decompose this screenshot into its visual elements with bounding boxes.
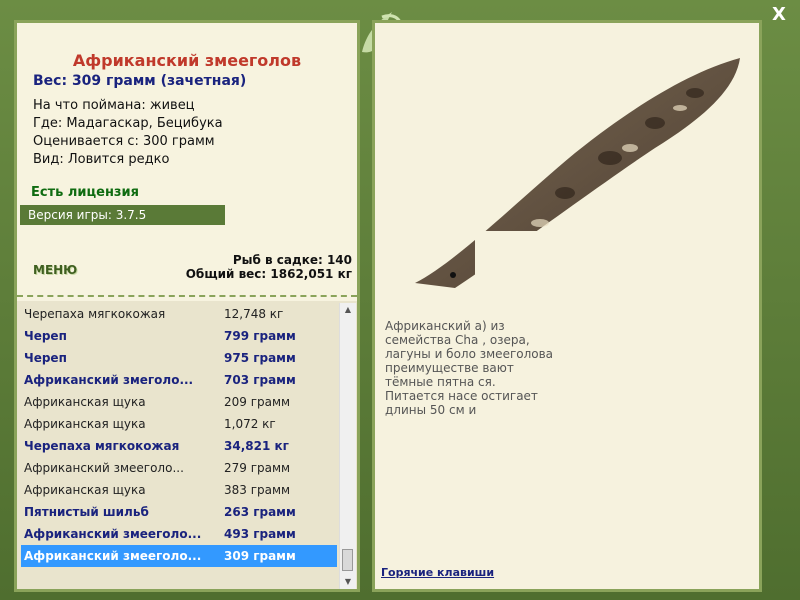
catch-item-weight: 309 грамм xyxy=(224,549,296,563)
fish-weight: Вес: 309 грамм (зачетная) xyxy=(33,73,247,89)
image-mask xyxy=(475,231,625,311)
catch-item-weight: 383 грамм xyxy=(224,483,291,497)
catch-list-item[interactable]: Черепаха мягкокожая 34,821 кг xyxy=(21,435,337,457)
desc-line: преимуществе вают xyxy=(385,361,514,375)
total-weight: Общий вес: 1862,051 кг xyxy=(185,267,352,281)
catch-list-item[interactable]: Череп 975 грамм xyxy=(21,347,337,369)
catch-item-weight: 263 грамм xyxy=(224,505,296,519)
catch-item-name: Африканская щука xyxy=(24,395,146,409)
detail-rarity: Вид: Ловится редко xyxy=(33,152,170,167)
catch-list-item[interactable]: Африканский змееголо... 493 грамм xyxy=(21,523,337,545)
desc-line: семейства Cha , озера, xyxy=(385,333,530,347)
catch-item-weight: 1,072 кг xyxy=(224,417,276,431)
desc-line: лагуны и боло змеeголова xyxy=(385,347,554,361)
catch-item-weight: 12,748 кг xyxy=(224,307,284,321)
fish-title: Африканский змееголов xyxy=(72,51,302,70)
catch-item-weight: 703 грамм xyxy=(224,373,296,387)
catch-item-name: Африканская щука xyxy=(24,483,146,497)
fish-info-panel: Африканский змееголов Вес: 309 грамм (за… xyxy=(17,23,357,301)
license-status: Есть лицензия xyxy=(31,185,139,200)
catch-item-name: Африканский змееголо... xyxy=(24,461,184,475)
catch-list-item[interactable]: Пятнистый шильб 263 грамм xyxy=(21,501,337,523)
close-icon: X xyxy=(772,4,786,25)
fish-details: На что поймана: живец Где: Мадагаскар, Б… xyxy=(33,97,223,169)
catch-item-name: Череп xyxy=(24,351,67,365)
catch-list: Черепаха мягкокожая 12,748 кг Череп 799 гра… xyxy=(21,303,337,591)
catch-item-name: Африканский змеголо... xyxy=(24,373,194,387)
desc-line: Африканский a) из xyxy=(385,319,505,333)
catch-list-item[interactable]: Африканский змееголо... 309 грамм xyxy=(21,545,337,567)
catch-item-weight: 209 грамм xyxy=(224,395,291,409)
catch-list-item[interactable]: Черепаха мягкокожая 12,748 кг xyxy=(21,303,337,325)
detail-min-weight: Оценивается с: 300 грамм xyxy=(33,134,215,149)
catch-list-item[interactable]: Африканский змеголо... 703 грамм xyxy=(21,369,337,391)
scroll-down-icon[interactable]: ▼ xyxy=(340,575,356,589)
menu-button[interactable]: МЕНЮ xyxy=(33,263,77,277)
catch-item-name: Черепаха мягкокожая xyxy=(24,439,180,453)
catch-item-name: Африканский змееголо... xyxy=(24,527,202,541)
close-button[interactable]: X xyxy=(768,4,790,26)
catch-list-item[interactable]: Африканская щука 209 грамм xyxy=(21,391,337,413)
detail-location: Где: Мадагаскар, Бецибука xyxy=(33,116,223,131)
catch-item-name: Пятнистый шильб xyxy=(24,505,149,519)
hotkeys-link[interactable]: Горячие клавиши xyxy=(381,566,494,579)
divider xyxy=(17,295,357,297)
desc-line: тёмные пятна ся. xyxy=(385,375,496,389)
right-panel: Африканский a) из семейства Cha , озера,… xyxy=(372,20,762,592)
catch-item-name: Африканский змееголо... xyxy=(24,549,202,563)
detail-bait: На что поймана: живец xyxy=(33,98,195,113)
scroll-up-icon[interactable]: ▲ xyxy=(340,303,356,317)
catch-item-weight: 34,821 кг xyxy=(224,439,289,453)
desc-line: длины 50 см и xyxy=(385,403,477,417)
catch-list-item[interactable]: Африканская щука 383 грамм xyxy=(21,479,337,501)
catch-item-name: Африканская щука xyxy=(24,417,146,431)
fish-description: Африканский a) из семейства Cha , озера,… xyxy=(385,319,740,417)
catch-list-item[interactable]: Череп 799 грамм xyxy=(21,325,337,347)
catch-item-weight: 493 грамм xyxy=(224,527,296,541)
catch-list-item[interactable]: Африканский змееголо... 279 грамм xyxy=(21,457,337,479)
catch-list-item[interactable]: Африканская щука 1,072 кг xyxy=(21,413,337,435)
version-bar: Версия игры: 3.7.5 xyxy=(20,205,225,225)
scroll-thumb[interactable] xyxy=(342,549,353,571)
left-panel: Африканский змееголов Вес: 309 грамм (за… xyxy=(14,20,360,592)
catch-item-weight: 975 грамм xyxy=(224,351,296,365)
catch-item-name: Череп xyxy=(24,329,67,343)
catch-item-weight: 279 грамм xyxy=(224,461,291,475)
fish-count: Рыб в садке: 140 xyxy=(232,253,352,267)
catch-item-name: Черепаха мягкокожая xyxy=(24,307,166,321)
keepnet-stats: Рыб в садке: 140 Общий вес: 1862,051 кг xyxy=(186,253,352,281)
catch-item-weight: 799 грамм xyxy=(224,329,296,343)
catch-list-scrollbar[interactable]: ▲ ▼ xyxy=(339,303,356,589)
desc-line: Питается насе остигает xyxy=(385,389,538,403)
